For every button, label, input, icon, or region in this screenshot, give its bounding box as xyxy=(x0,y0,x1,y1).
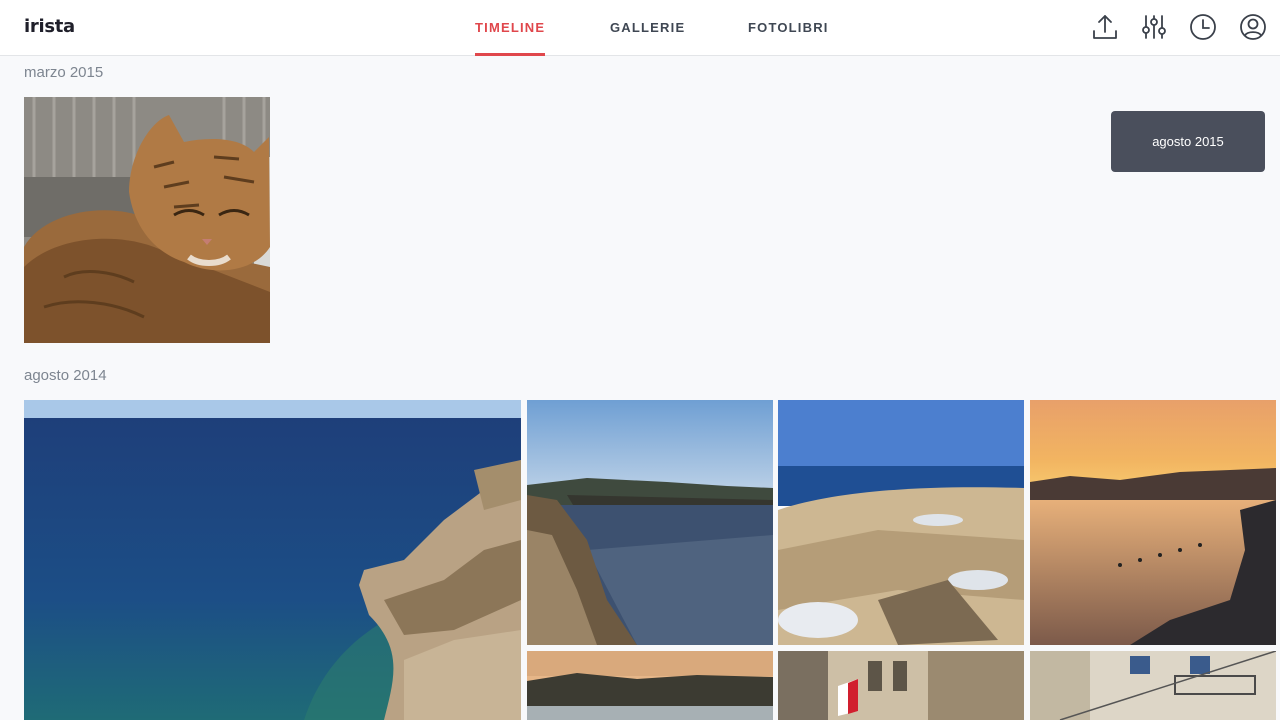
photo-thumbnail-salt-pans[interactable] xyxy=(778,400,1024,645)
date-scroll-tooltip: agosto 2015 xyxy=(1111,111,1265,172)
section-date-label: agosto 2014 xyxy=(24,367,107,384)
tab-fotolibri[interactable]: FOTOLIBRI xyxy=(748,0,829,56)
clock-icon[interactable] xyxy=(1188,12,1218,42)
filter-sliders-icon[interactable] xyxy=(1139,12,1169,42)
section-date-label: marzo 2015 xyxy=(24,64,104,81)
photo-thumbnail-sea-cliff[interactable] xyxy=(24,400,521,720)
photo-thumbnail-coast-dusk[interactable] xyxy=(527,651,773,720)
top-bar: irista TIMELINE GALLERIE FOTOLIBRI xyxy=(0,0,1280,56)
photo-thumbnail-cat[interactable] xyxy=(24,97,270,343)
user-account-icon[interactable] xyxy=(1238,12,1268,42)
tab-timeline[interactable]: TIMELINE xyxy=(475,0,546,56)
photo-thumbnail-balconies[interactable] xyxy=(1030,651,1276,720)
irista-logo[interactable]: irista xyxy=(24,16,75,37)
photo-thumbnail-building-flag[interactable] xyxy=(778,651,1024,720)
photo-thumbnail-harbour-sunset[interactable] xyxy=(1030,400,1276,645)
upload-icon[interactable] xyxy=(1090,12,1120,42)
photo-thumbnail-bay-cliff[interactable] xyxy=(527,400,773,645)
tab-gallerie[interactable]: GALLERIE xyxy=(610,0,685,56)
